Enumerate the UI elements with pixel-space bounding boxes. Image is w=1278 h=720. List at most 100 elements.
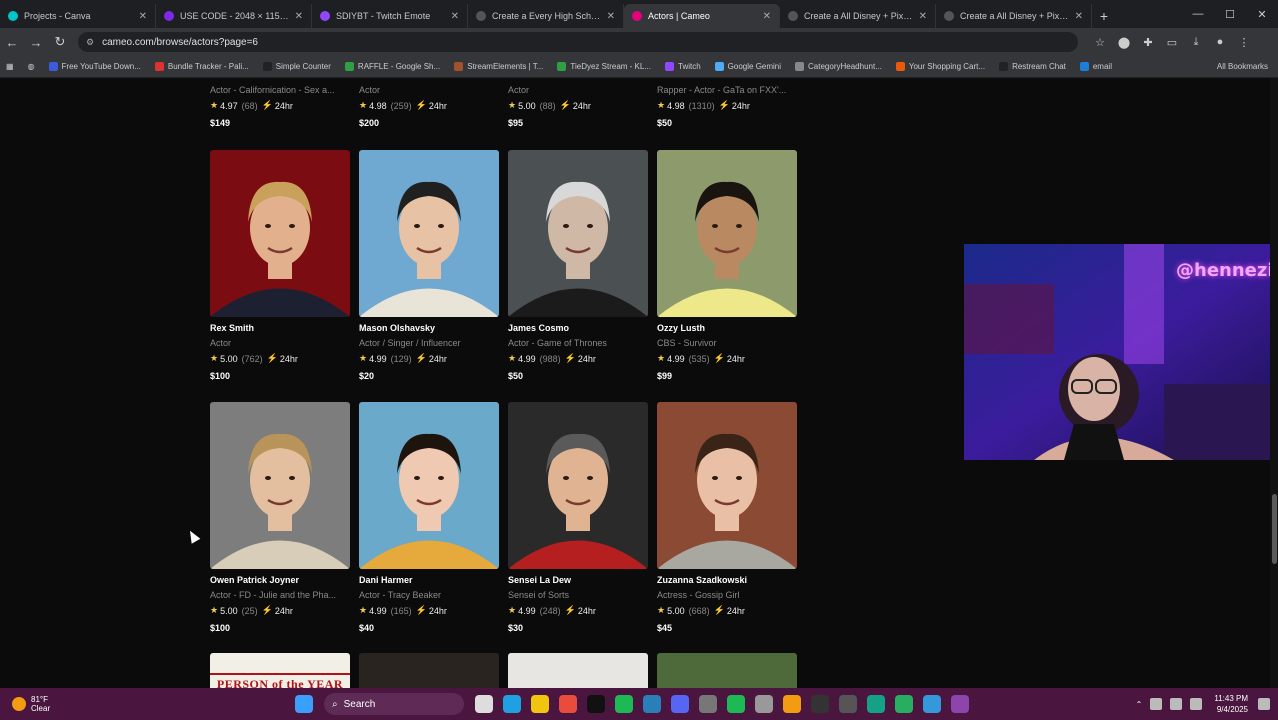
- app-icon[interactable]: [643, 695, 661, 713]
- download-icon[interactable]: ⤓: [1184, 36, 1208, 49]
- bookmark-item[interactable]: RAFFLE - Google Sh...: [344, 62, 440, 71]
- talent-card[interactable]: Sensei La Dew Sensei of Sorts ★ 4.99 (248) ⚡ 2…: [508, 402, 648, 633]
- new-tab-button[interactable]: +: [1092, 4, 1116, 28]
- profile-icon[interactable]: ●: [1208, 36, 1232, 49]
- bookmark-item[interactable]: Free YouTube Down...: [48, 62, 141, 71]
- talent-card[interactable]: [359, 653, 499, 688]
- talent-name[interactable]: Rex Smith: [210, 323, 350, 333]
- app-icon[interactable]: [951, 695, 969, 713]
- talent-photo-frame[interactable]: [508, 150, 648, 317]
- scrollbar-thumb[interactable]: [1272, 494, 1277, 564]
- talent-name[interactable]: Zuzanna Szadkowski: [657, 575, 797, 585]
- spotify-icon[interactable]: [727, 695, 745, 713]
- menu-icon[interactable]: ⋮: [1232, 36, 1256, 49]
- close-icon[interactable]: ✕: [1246, 8, 1278, 21]
- tab-close-icon[interactable]: ✕: [763, 11, 771, 22]
- talent-card[interactable]: Actor ★ 4.98 (259) ⚡ 24hr $200: [359, 80, 499, 128]
- browser-tab[interactable]: Create a All Disney + Pixar Film ✕: [780, 4, 936, 28]
- taskbar-search[interactable]: ⌕ Search: [324, 693, 464, 715]
- talent-name[interactable]: Dani Harmer: [359, 575, 499, 585]
- bookmark-item[interactable]: Bundle Tracker - Pali...: [154, 62, 249, 71]
- talent-card[interactable]: [508, 653, 648, 688]
- forward-icon[interactable]: →: [24, 35, 48, 50]
- talent-card[interactable]: Actor - Californication - Sex a... ★ 4.97(…: [210, 80, 350, 128]
- tiktok-icon[interactable]: [587, 695, 605, 713]
- site-info-icon[interactable]: ⚙: [86, 37, 94, 48]
- browser-tab[interactable]: Create a Every High School Mu ✕: [468, 4, 624, 28]
- notification-icon[interactable]: [1258, 698, 1270, 710]
- tab-close-icon[interactable]: ✕: [607, 11, 615, 22]
- browser-tab[interactable]: Projects - Canva ✕: [0, 4, 156, 28]
- browser-tab[interactable]: USE CODE - 2048 × 1152px ✕: [156, 4, 312, 28]
- clock[interactable]: 11:43 PM 9/4/2025: [1214, 693, 1248, 715]
- bookmark-item[interactable]: email: [1079, 62, 1112, 71]
- bookmark-item[interactable]: TieDyez Stream - KL...: [557, 62, 651, 71]
- app-icon[interactable]: [839, 695, 857, 713]
- discord-icon[interactable]: [671, 695, 689, 713]
- app-icon[interactable]: [923, 695, 941, 713]
- talent-photo-frame[interactable]: [508, 653, 648, 688]
- tab-close-icon[interactable]: ✕: [295, 11, 303, 22]
- tab-close-icon[interactable]: ✕: [451, 11, 459, 22]
- talent-card[interactable]: James Cosmo Actor - Game of Thrones ★ 4.99(…: [508, 150, 648, 381]
- talent-photo-frame[interactable]: [657, 653, 797, 688]
- talent-photo-frame[interactable]: [508, 402, 648, 569]
- browser-tab[interactable]: Create a All Disney + Pixar Film ✕: [936, 4, 1092, 28]
- talent-photo-frame[interactable]: [657, 150, 797, 317]
- tab-close-icon[interactable]: ✕: [139, 11, 147, 22]
- talent-card[interactable]: Rex Smith Actor ★ 5.00 (762) ⚡ 24hr $100: [210, 150, 350, 381]
- apps-icon[interactable]: ▦: [6, 62, 14, 71]
- bookmark-item[interactable]: Google Gemini: [714, 62, 781, 71]
- spreadsheet-icon[interactable]: [895, 695, 913, 713]
- bookmark-star-icon[interactable]: ☆: [1088, 36, 1112, 49]
- talent-photo-frame[interactable]: [359, 150, 499, 317]
- page-scrollbar[interactable]: [1270, 78, 1278, 688]
- bookmark-item[interactable]: Restream Chat: [999, 62, 1066, 71]
- battery-icon[interactable]: [1190, 698, 1203, 710]
- app-icon[interactable]: [867, 695, 885, 713]
- talent-name[interactable]: James Cosmo: [508, 323, 648, 333]
- edge-icon[interactable]: [503, 695, 521, 713]
- windows-start-icon[interactable]: [295, 695, 313, 713]
- talent-name[interactable]: Owen Patrick Joyner: [210, 575, 350, 585]
- settings-icon[interactable]: [755, 695, 773, 713]
- notes-icon[interactable]: [783, 695, 801, 713]
- minimize-icon[interactable]: —: [1182, 8, 1214, 20]
- browser-tab[interactable]: SDIYBT - Twitch Emote ✕: [312, 4, 468, 28]
- network-icon[interactable]: [1150, 698, 1163, 710]
- talent-card[interactable]: Owen Patrick Joyner Actor - FD - Julie an…: [210, 402, 350, 633]
- sidepanel-icon[interactable]: ▭: [1160, 36, 1184, 49]
- talent-photo-frame[interactable]: [210, 150, 350, 317]
- obs-icon[interactable]: [811, 695, 829, 713]
- talent-card[interactable]: PERSON of the YEAR: [210, 653, 350, 688]
- talent-card[interactable]: Ozzy Lusth CBS - Survivor ★ 4.99 (535) ⚡ 24hr $…: [657, 150, 797, 381]
- talent-photo-frame[interactable]: [359, 653, 499, 688]
- tab-close-icon[interactable]: ✕: [1075, 11, 1083, 22]
- reload-icon[interactable]: ↻: [48, 34, 72, 50]
- bookmark-item[interactable]: Twitch: [665, 62, 701, 71]
- bookmark-item[interactable]: Simple Counter: [262, 62, 331, 71]
- talent-card[interactable]: [657, 653, 797, 688]
- app-icon[interactable]: [699, 695, 717, 713]
- talent-name[interactable]: Mason Olshavsky: [359, 323, 499, 333]
- chrome-icon[interactable]: [559, 695, 577, 713]
- talent-card[interactable]: Mason Olshavsky Actor / Singer / Influenc…: [359, 150, 499, 381]
- talent-card[interactable]: Dani Harmer Actor - Tracy Beaker ★ 4.99 (165…: [359, 402, 499, 633]
- talent-card[interactable]: Zuzanna Szadkowski Actress - Gossip Girl ★…: [657, 402, 797, 633]
- talent-name[interactable]: Sensei La Dew: [508, 575, 648, 585]
- weather-widget[interactable]: 81°F Clear: [12, 695, 50, 713]
- maximize-icon[interactable]: ☐: [1214, 8, 1246, 21]
- bookmark-item[interactable]: StreamElements | T...: [454, 62, 543, 71]
- bookmark-item[interactable]: Your Shopping Cart...: [895, 62, 985, 71]
- task-view-icon[interactable]: [475, 695, 493, 713]
- all-bookmarks-link[interactable]: All Bookmarks: [1217, 62, 1268, 71]
- puzzle-icon[interactable]: ✚: [1136, 36, 1160, 49]
- extension-icon[interactable]: ⬤: [1112, 36, 1136, 49]
- talent-card[interactable]: Rapper - Actor - GaTa on FXX'... ★ 4.98 (13…: [657, 80, 797, 128]
- chevron-up-icon[interactable]: ⌃: [1136, 700, 1143, 709]
- back-icon[interactable]: ←: [0, 35, 24, 50]
- talent-photo-frame[interactable]: [359, 402, 499, 569]
- url-input[interactable]: ⚙ cameo.com/browse/actors?page=6: [78, 32, 1078, 52]
- talent-photo-frame[interactable]: [210, 402, 350, 569]
- tab-close-icon[interactable]: ✕: [919, 11, 927, 22]
